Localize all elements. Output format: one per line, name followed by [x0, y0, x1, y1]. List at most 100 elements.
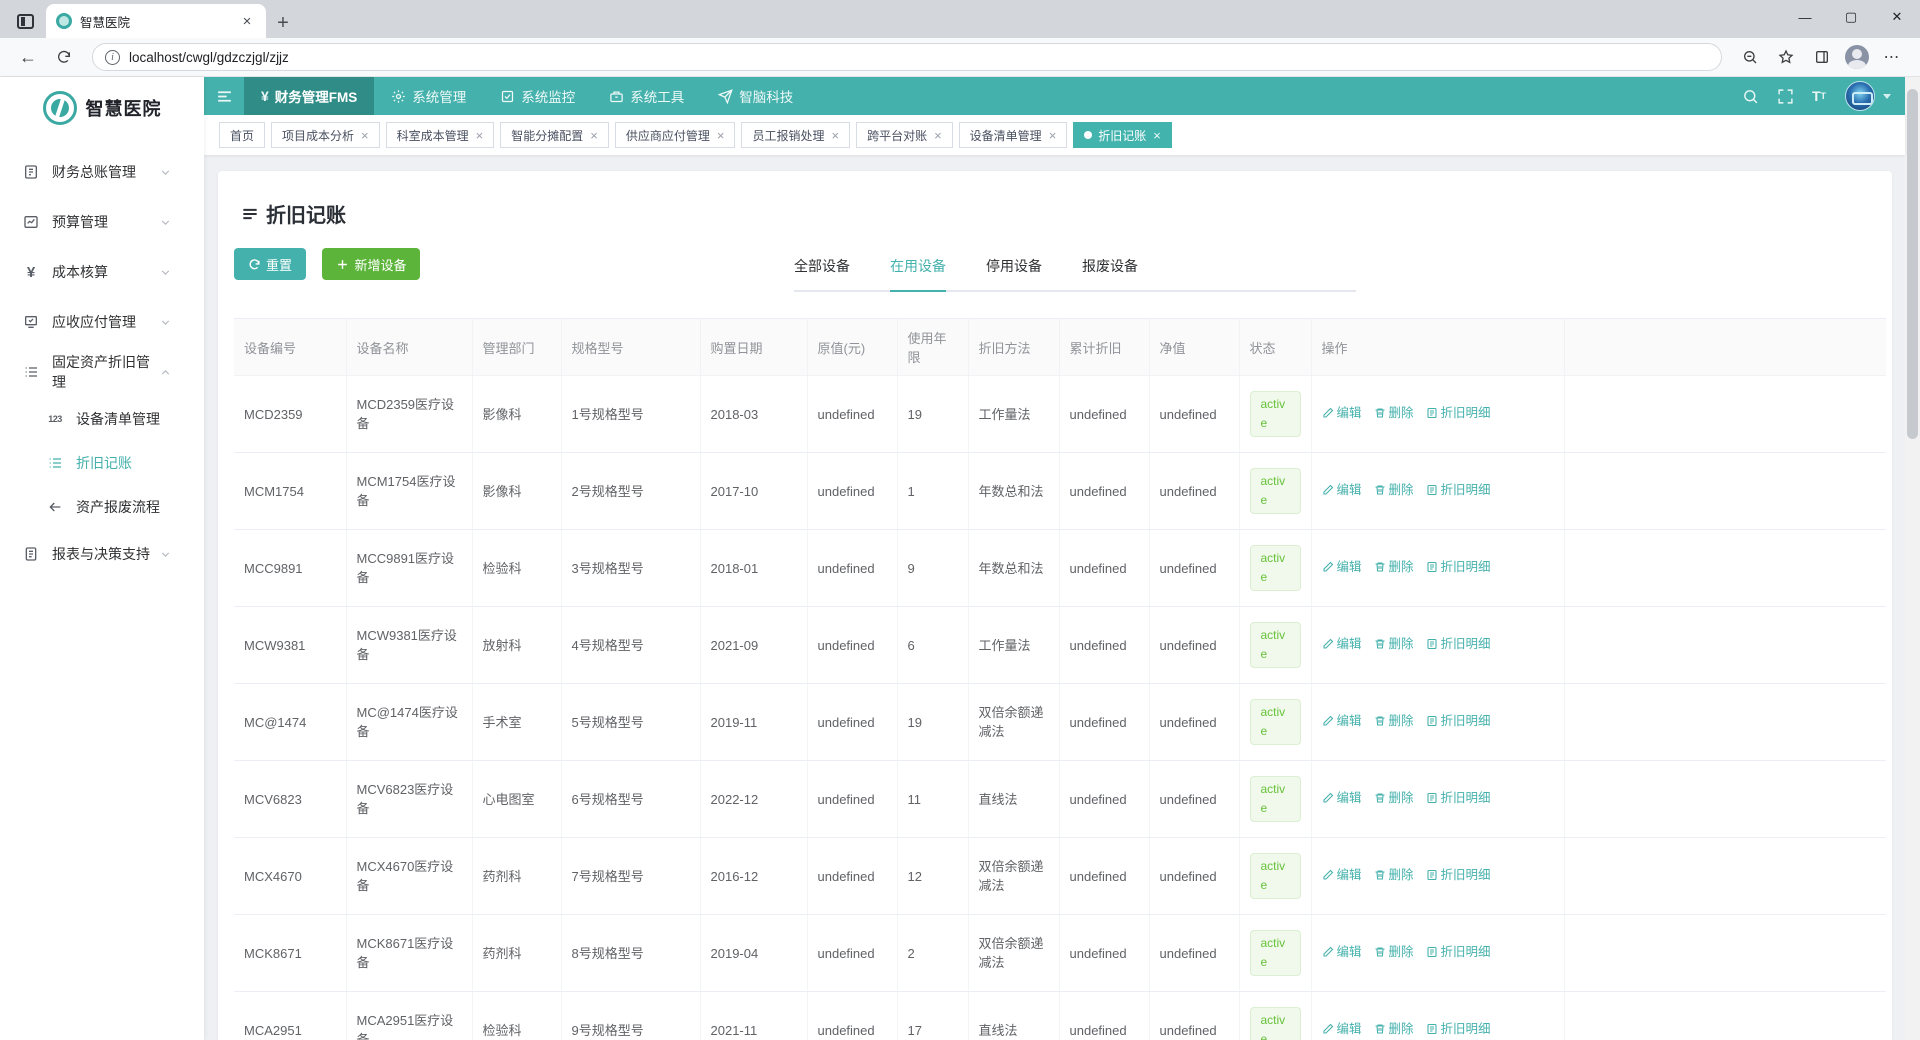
page-tab[interactable]: 跨平台对账×	[856, 122, 953, 148]
tab-search-icon[interactable]	[10, 6, 40, 36]
hospital-logo-icon	[43, 91, 77, 125]
depreciation-detail-link[interactable]: 折旧明细	[1426, 712, 1491, 731]
sidebar-subitem[interactable]: 资产报废流程	[0, 485, 204, 529]
tab-close-icon[interactable]: ×	[1049, 129, 1057, 142]
browser-profile-avatar[interactable]	[1845, 45, 1869, 69]
page-tab[interactable]: 科室成本管理×	[386, 122, 495, 148]
delete-link[interactable]: 删除	[1374, 635, 1414, 654]
sidebar-item[interactable]: 报表与决策支持	[0, 529, 204, 579]
extensions-icon[interactable]	[1807, 42, 1837, 72]
browser-tab[interactable]: 智慧医院 ×	[46, 4, 266, 38]
sidebar-subitem[interactable]: 123设备清单管理	[0, 397, 204, 441]
new-tab-button[interactable]: +	[272, 12, 294, 34]
page-tab[interactable]: 设备清单管理×	[959, 122, 1068, 148]
page-tab[interactable]: 供应商应付管理 ×	[615, 122, 736, 148]
minimize-icon[interactable]: —	[1782, 0, 1828, 34]
depreciation-detail-link[interactable]: 折旧明细	[1426, 866, 1491, 885]
scrollbar-thumb[interactable]	[1907, 89, 1918, 439]
tab-close-icon[interactable]: ×	[476, 129, 484, 142]
topnav-item-label: 系统管理	[412, 86, 466, 106]
delete-link[interactable]: 删除	[1374, 558, 1414, 577]
tab-close-icon[interactable]: ×	[361, 129, 369, 142]
cell-method: 年数总和法	[968, 530, 1059, 607]
edit-link[interactable]: 编辑	[1322, 481, 1362, 500]
delete-link[interactable]: 删除	[1374, 404, 1414, 423]
page-tab[interactable]: 折旧记账 ×	[1073, 122, 1172, 148]
add-device-button[interactable]: 新增设备	[322, 248, 420, 280]
search-icon[interactable]	[1742, 88, 1759, 105]
page-tab[interactable]: 项目成本分析×	[271, 122, 380, 148]
filter-tab[interactable]: 在用设备	[890, 250, 946, 290]
cell-date: 2018-01	[700, 530, 807, 607]
delete-link[interactable]: 删除	[1374, 1020, 1414, 1039]
url-bar[interactable]: i localhost/cwgl/gdzczjgl/zjjz	[92, 43, 1722, 71]
pencil-icon	[1322, 792, 1334, 804]
zoom-out-icon[interactable]	[1735, 42, 1765, 72]
tab-close-icon[interactable]: ×	[1153, 129, 1161, 142]
sidebar-subitem[interactable]: 折旧记账	[0, 441, 204, 485]
filter-tab[interactable]: 全部设备	[794, 250, 850, 290]
delete-link[interactable]: 删除	[1374, 789, 1414, 808]
page-tab-label: 折旧记账	[1098, 127, 1146, 144]
tab-close-icon[interactable]: ×	[236, 10, 258, 32]
onetwothree-icon: 123	[46, 414, 64, 424]
maximize-icon[interactable]: ▢	[1828, 0, 1874, 34]
tab-close-icon[interactable]: ×	[717, 129, 725, 142]
topnav-item[interactable]: 系统监控	[483, 77, 592, 115]
edit-link[interactable]: 编辑	[1322, 635, 1362, 654]
page-tab[interactable]: 员工报销处理×	[741, 122, 850, 148]
site-info-icon[interactable]: i	[105, 50, 120, 65]
delete-link[interactable]: 删除	[1374, 943, 1414, 962]
sidebar-item[interactable]: 财务总账管理	[0, 147, 204, 197]
filter-tab[interactable]: 停用设备	[986, 250, 1042, 290]
edit-link[interactable]: 编辑	[1322, 712, 1362, 731]
edit-link[interactable]: 编辑	[1322, 789, 1362, 808]
user-avatar[interactable]	[1845, 81, 1875, 111]
depreciation-detail-link[interactable]: 折旧明细	[1426, 558, 1491, 577]
sidebar-item[interactable]: 固定资产折旧管理	[0, 347, 204, 397]
favorite-star-icon[interactable]	[1771, 42, 1801, 72]
sidebar-item[interactable]: ¥成本核算	[0, 247, 204, 297]
reset-button[interactable]: 重置	[234, 248, 306, 280]
refresh-icon[interactable]	[49, 42, 79, 72]
chevron-down-icon[interactable]	[1883, 94, 1891, 99]
filter-tab[interactable]: 报废设备	[1082, 250, 1138, 290]
depreciation-detail-link[interactable]: 折旧明细	[1426, 1020, 1491, 1039]
topnav-item[interactable]: ¥财务管理FMS	[244, 77, 374, 115]
cell-dept: 药剂科	[472, 838, 561, 915]
edit-link[interactable]: 编辑	[1322, 866, 1362, 885]
delete-link[interactable]: 删除	[1374, 866, 1414, 885]
tab-close-icon[interactable]: ×	[934, 129, 942, 142]
back-icon[interactable]: ←	[13, 42, 43, 72]
window-close-icon[interactable]: ✕	[1874, 0, 1920, 34]
sidebar-item[interactable]: 应收应付管理	[0, 297, 204, 347]
depreciation-detail-link[interactable]: 折旧明细	[1426, 404, 1491, 423]
depreciation-detail-link[interactable]: 折旧明细	[1426, 635, 1491, 654]
tab-close-icon[interactable]: ×	[831, 129, 839, 142]
cell-model: 7号规格型号	[561, 838, 700, 915]
tab-close-icon[interactable]: ×	[590, 129, 598, 142]
topnav-item[interactable]: 系统工具	[592, 77, 701, 115]
page-tab[interactable]: 首页	[219, 122, 265, 148]
fullscreen-icon[interactable]	[1777, 88, 1794, 105]
delete-link[interactable]: 删除	[1374, 481, 1414, 500]
sidebar-item[interactable]: 预算管理	[0, 197, 204, 247]
depreciation-detail-link[interactable]: 折旧明细	[1426, 789, 1491, 808]
delete-link[interactable]: 删除	[1374, 712, 1414, 731]
topnav-item[interactable]: 智脑科技	[701, 77, 810, 115]
page-tab[interactable]: 智能分摊配置×	[500, 122, 609, 148]
edit-link[interactable]: 编辑	[1322, 558, 1362, 577]
font-size-icon[interactable]: TT	[1812, 88, 1826, 104]
page-tab-label: 供应商应付管理	[626, 127, 710, 144]
depreciation-detail-link[interactable]: 折旧明细	[1426, 943, 1491, 962]
cell-orig-value: undefined	[807, 992, 897, 1040]
page-scrollbar[interactable]	[1905, 77, 1920, 1040]
browser-menu-icon[interactable]: ⋯	[1877, 42, 1907, 72]
topnav-item[interactable]: 系统管理	[374, 77, 483, 115]
trash-icon	[1374, 792, 1386, 804]
edit-link[interactable]: 编辑	[1322, 1020, 1362, 1039]
edit-link[interactable]: 编辑	[1322, 943, 1362, 962]
depreciation-detail-link[interactable]: 折旧明细	[1426, 481, 1491, 500]
edit-link[interactable]: 编辑	[1322, 404, 1362, 423]
hamburger-icon[interactable]	[204, 77, 244, 115]
